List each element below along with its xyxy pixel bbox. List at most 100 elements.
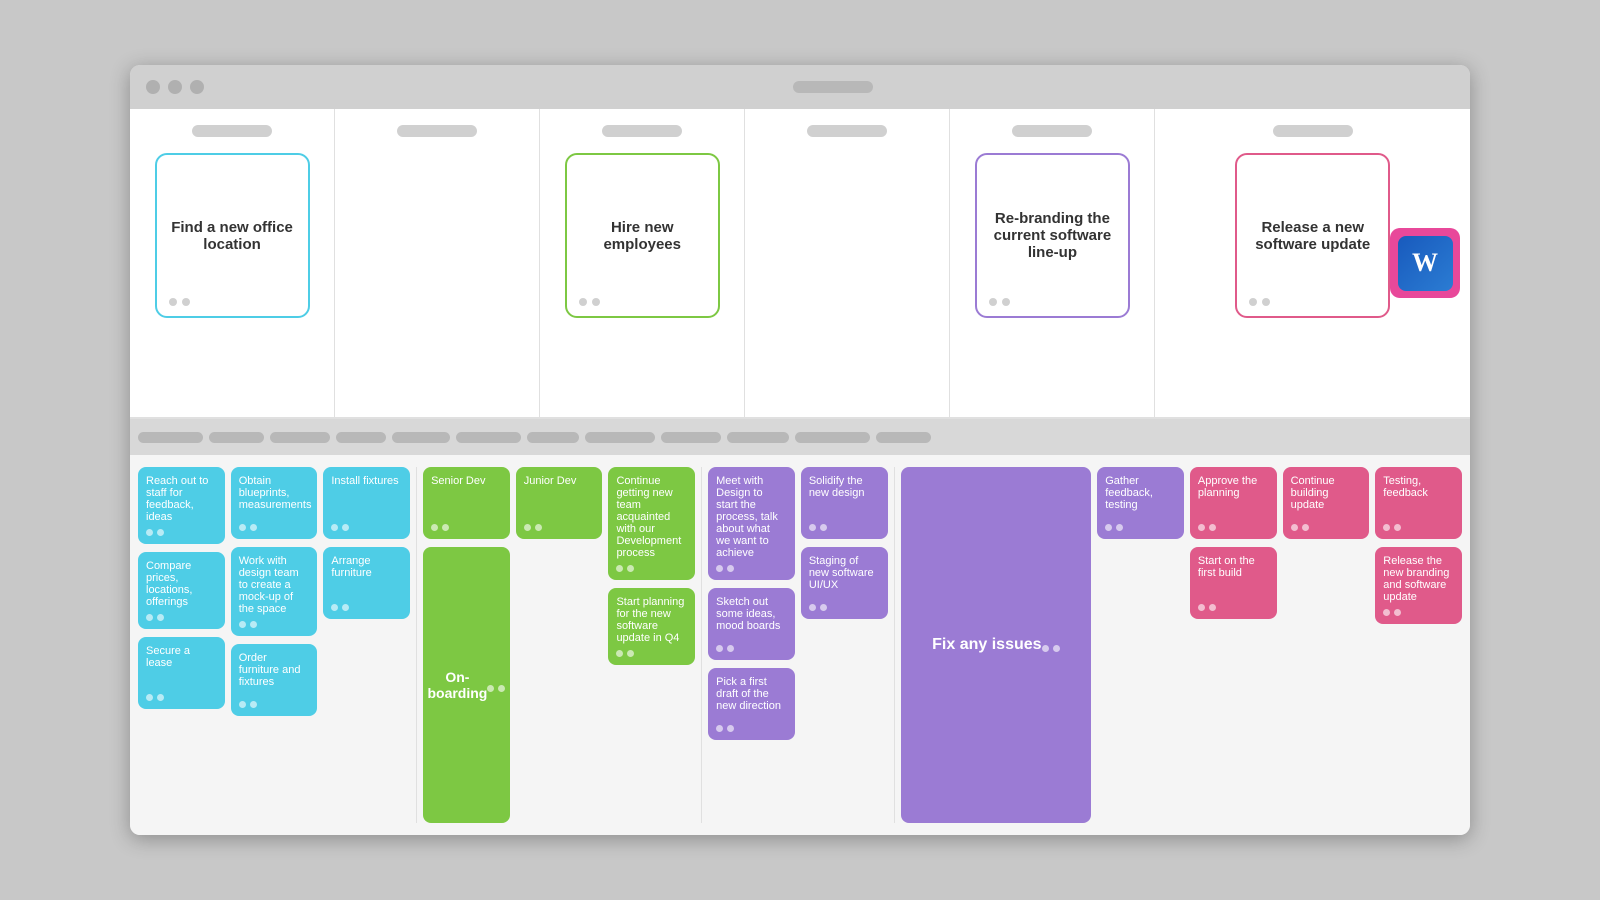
kanban-card-rebrand-2[interactable]: Sketch out some ideas, mood boards bbox=[708, 588, 795, 660]
epic-card-release[interactable]: Release a new software update bbox=[1235, 153, 1390, 318]
kanban-card-text: Gather feedback, testing bbox=[1105, 475, 1176, 511]
kanban-card-dots bbox=[1105, 524, 1176, 531]
window-control-maximize[interactable] bbox=[190, 80, 204, 94]
kanban-card-release-continue[interactable]: Continue building update bbox=[1283, 467, 1370, 539]
kanban-card-dots bbox=[716, 725, 787, 732]
kanban-col-hire-3: Continue getting new team acquainted wit… bbox=[608, 467, 695, 823]
word-icon-wrapper: W bbox=[1390, 228, 1460, 298]
kanban-card-hire-acquainted[interactable]: Continue getting new team acquainted wit… bbox=[608, 467, 695, 580]
kanban-card-office-2-3[interactable]: Order furniture and fixtures bbox=[231, 644, 318, 716]
epic-col-hire: Hire new employees bbox=[540, 109, 745, 417]
epic-label-office: Find a new office location bbox=[169, 219, 296, 253]
kanban-card-text: Approve the planning bbox=[1198, 475, 1269, 499]
kanban-card-rebrand-3[interactable]: Pick a first draft of the new direction bbox=[708, 668, 795, 740]
kanban-section: Reach out to staff for feedback, ideas C… bbox=[130, 419, 1470, 835]
kanban-card-office-3-1[interactable]: Install fixtures bbox=[323, 467, 410, 539]
kanban-card-dots bbox=[146, 694, 217, 701]
epic-card-hire-dots bbox=[579, 298, 600, 306]
kanban-card-text: Sketch out some ideas, mood boards bbox=[716, 596, 787, 632]
col-sep-1 bbox=[416, 467, 417, 823]
epic-card-rebrand-dots bbox=[989, 298, 1010, 306]
kanban-card-office-1-3[interactable]: Secure a lease bbox=[138, 637, 225, 709]
kanban-header-pill-11 bbox=[795, 432, 870, 443]
kanban-header-pill-9 bbox=[661, 432, 721, 443]
kanban-card-rebrand-staging[interactable]: Staging of new software UI/UX bbox=[801, 547, 888, 619]
kanban-card-dots bbox=[616, 650, 687, 657]
kanban-card-office-3-2[interactable]: Arrange furniture bbox=[323, 547, 410, 619]
kanban-card-hire-junior[interactable]: Junior Dev bbox=[516, 467, 603, 539]
kanban-card-dots bbox=[716, 565, 787, 572]
window-control-minimize[interactable] bbox=[168, 80, 182, 94]
epic-col-office: Find a new office location bbox=[130, 109, 335, 417]
epic-card-office[interactable]: Find a new office location bbox=[155, 153, 310, 318]
kanban-card-release-final[interactable]: Release the new branding and software up… bbox=[1375, 547, 1462, 624]
kanban-card-text: On-boarding bbox=[427, 669, 487, 701]
kanban-card-dots bbox=[487, 685, 505, 692]
kanban-card-hire-senior[interactable]: Senior Dev bbox=[423, 467, 510, 539]
kanban-card-office-1-2[interactable]: Compare prices, locations, offerings bbox=[138, 552, 225, 629]
kanban-header-pill-1 bbox=[138, 432, 203, 443]
title-bar bbox=[130, 65, 1470, 109]
kanban-card-text: Meet with Design to start the process, t… bbox=[716, 475, 787, 559]
epic-label-rebrand: Re-branding the current software line-up bbox=[989, 210, 1116, 261]
kanban-header-pill-4 bbox=[336, 432, 386, 443]
kanban-card-text: Compare prices, locations, offerings bbox=[146, 560, 217, 608]
kanban-card-text: Secure a lease bbox=[146, 645, 217, 669]
kanban-card-dots bbox=[524, 524, 595, 531]
kanban-card-dots bbox=[1198, 524, 1269, 531]
kanban-cards-area: Reach out to staff for feedback, ideas C… bbox=[130, 455, 1470, 835]
col-header-spacer2 bbox=[807, 125, 887, 137]
kanban-card-fix-issues[interactable]: Fix any issues bbox=[901, 467, 1092, 823]
col-header-release bbox=[1273, 125, 1353, 137]
word-icon: W bbox=[1398, 236, 1453, 291]
kanban-card-release-testing[interactable]: Testing, feedback bbox=[1375, 467, 1462, 539]
kanban-card-release-build[interactable]: Start on the first build bbox=[1190, 547, 1277, 619]
epics-section: Find a new office location Hire new empl… bbox=[130, 109, 1470, 419]
kanban-card-dots bbox=[331, 524, 402, 531]
kanban-card-dots bbox=[239, 701, 310, 708]
epic-card-hire[interactable]: Hire new employees bbox=[565, 153, 720, 318]
kanban-col-hire-2: Junior Dev bbox=[516, 467, 603, 823]
kanban-col-office-2: Obtain blueprints, measurements Work wit… bbox=[231, 467, 318, 823]
window-control-close[interactable] bbox=[146, 80, 160, 94]
kanban-card-dots bbox=[146, 529, 217, 536]
kanban-col-office-1: Reach out to staff for feedback, ideas C… bbox=[138, 467, 225, 823]
main-window: Find a new office location Hire new empl… bbox=[130, 65, 1470, 835]
kanban-header-pill-2 bbox=[209, 432, 264, 443]
kanban-card-office-1-1[interactable]: Reach out to staff for feedback, ideas bbox=[138, 467, 225, 544]
col-header-spacer1 bbox=[397, 125, 477, 137]
kanban-header-pill-12 bbox=[876, 432, 931, 443]
kanban-col-hire-1: Senior Dev On-boarding bbox=[423, 467, 510, 823]
kanban-card-dots bbox=[239, 621, 310, 628]
kanban-card-release-gather[interactable]: Gather feedback, testing bbox=[1097, 467, 1184, 539]
kanban-card-office-2-1[interactable]: Obtain blueprints, measurements bbox=[231, 467, 318, 539]
epic-card-release-dots bbox=[1249, 298, 1270, 306]
kanban-col-rebrand-1: Meet with Design to start the process, t… bbox=[708, 467, 795, 823]
kanban-card-release-approve[interactable]: Approve the planning bbox=[1190, 467, 1277, 539]
epic-col-release: Release a new software update W bbox=[1155, 109, 1470, 417]
kanban-col-release-3: Approve the planning Start on the first … bbox=[1190, 467, 1277, 823]
kanban-card-text: Solidify the new design bbox=[809, 475, 880, 499]
kanban-card-text: Junior Dev bbox=[524, 475, 595, 487]
col-header-office bbox=[192, 125, 272, 137]
kanban-card-text: Senior Dev bbox=[431, 475, 502, 487]
kanban-card-dots bbox=[1291, 524, 1362, 531]
epic-col-spacer2 bbox=[745, 109, 950, 417]
kanban-card-text: Continue getting new team acquainted wit… bbox=[616, 475, 687, 559]
kanban-card-text: Start on the first build bbox=[1198, 555, 1269, 579]
kanban-card-office-2-2[interactable]: Work with design team to create a mock-u… bbox=[231, 547, 318, 636]
kanban-card-text: Work with design team to create a mock-u… bbox=[239, 555, 310, 615]
kanban-card-text: Continue building update bbox=[1291, 475, 1362, 511]
kanban-card-text: Order furniture and fixtures bbox=[239, 652, 310, 688]
epic-card-rebrand[interactable]: Re-branding the current software line-up bbox=[975, 153, 1130, 318]
kanban-card-rebrand-solidify[interactable]: Solidify the new design bbox=[801, 467, 888, 539]
kanban-card-text: Arrange furniture bbox=[331, 555, 402, 579]
kanban-card-onboarding[interactable]: On-boarding bbox=[423, 547, 510, 823]
epic-col-spacer1 bbox=[335, 109, 540, 417]
kanban-card-dots bbox=[239, 524, 310, 531]
kanban-card-hire-planning[interactable]: Start planning for the new software upda… bbox=[608, 588, 695, 665]
kanban-card-rebrand-1[interactable]: Meet with Design to start the process, t… bbox=[708, 467, 795, 580]
kanban-card-text: Obtain blueprints, measurements bbox=[239, 475, 310, 511]
kanban-card-dots bbox=[1042, 645, 1060, 652]
epic-col-rebrand: Re-branding the current software line-up bbox=[950, 109, 1155, 417]
